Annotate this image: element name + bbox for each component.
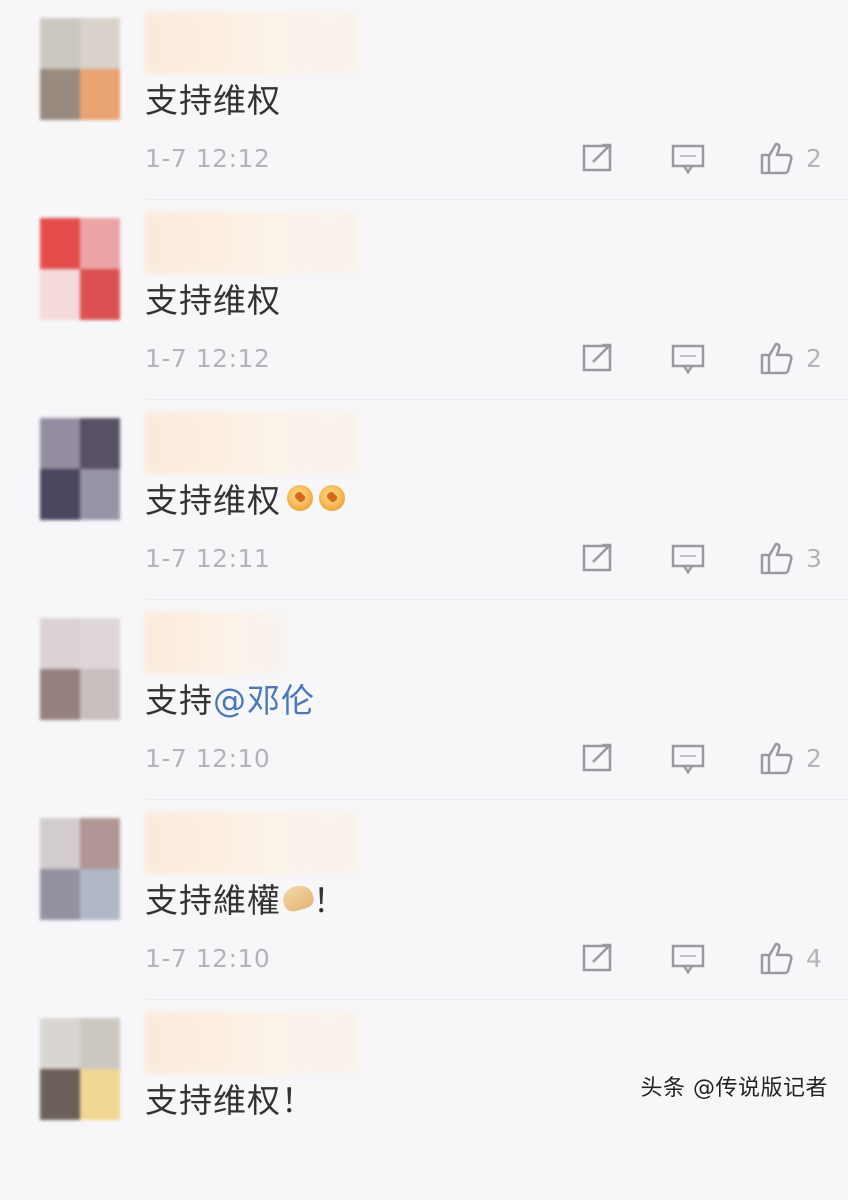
comment-text: 支持維權 ！	[145, 881, 347, 920]
username-blurred[interactable]	[145, 212, 360, 274]
share-button[interactable]	[578, 538, 618, 578]
share-button[interactable]	[578, 738, 618, 778]
comment-text: 支持维权	[145, 474, 345, 522]
username-blurred[interactable]	[145, 812, 360, 874]
comment-item: 支持 @邓伦 1-7 12:10 2	[0, 600, 848, 800]
username-blurred[interactable]	[145, 412, 360, 474]
like-count: 3	[806, 543, 822, 573]
like-button[interactable]: 3	[758, 538, 838, 578]
comment-text: 支持维权	[145, 81, 281, 120]
comment-text: 支持维权！	[145, 1081, 315, 1120]
comment-time: 1-7 12:12	[145, 344, 271, 373]
like-button[interactable]: 2	[758, 738, 838, 778]
like-count: 2	[806, 343, 822, 373]
comment-icon	[671, 544, 705, 575]
thumbs-up-icon	[760, 342, 793, 375]
avatar[interactable]	[40, 1018, 120, 1120]
comment-time: 1-7 12:10	[145, 944, 271, 973]
avatar[interactable]	[40, 618, 120, 720]
share-icon	[582, 943, 612, 972]
username-blurred[interactable]	[145, 12, 360, 74]
username-blurred[interactable]	[145, 612, 285, 674]
like-count: 2	[806, 143, 822, 173]
reply-button[interactable]	[668, 138, 708, 178]
share-icon	[582, 743, 612, 772]
comment-item: 支持维权 1-7 12:11 3	[0, 400, 848, 600]
comment-icon	[671, 144, 705, 175]
emoji-icon	[287, 485, 313, 511]
praying-hands-icon	[280, 882, 316, 914]
like-button[interactable]: 2	[758, 138, 838, 178]
thumbs-up-icon	[760, 142, 793, 175]
like-count: 4	[806, 943, 822, 973]
thumbs-up-icon	[760, 542, 793, 575]
reply-button[interactable]	[668, 338, 708, 378]
share-icon	[582, 543, 612, 572]
comment-text: 支持 @邓伦	[145, 674, 315, 722]
reply-button[interactable]	[668, 738, 708, 778]
comment-item: 支持维权 1-7 12:12 2	[0, 200, 848, 400]
share-button[interactable]	[578, 138, 618, 178]
like-count: 2	[806, 743, 822, 773]
comment-text: 支持维权	[145, 281, 281, 320]
avatar[interactable]	[40, 418, 120, 520]
comment-time: 1-7 12:11	[145, 544, 271, 573]
avatar[interactable]	[40, 818, 120, 920]
avatar[interactable]	[40, 218, 120, 320]
avatar[interactable]	[40, 18, 120, 120]
share-button[interactable]	[578, 338, 618, 378]
reply-button[interactable]	[668, 538, 708, 578]
watermark: 头条 @传说版记者	[640, 1076, 828, 1101]
comment-item: 支持維權 ！ 1-7 12:10 4	[0, 800, 848, 1000]
comment-icon	[671, 744, 705, 775]
comment-time: 1-7 12:12	[145, 144, 271, 173]
comment-time: 1-7 12:10	[145, 744, 271, 773]
comment-icon	[671, 344, 705, 375]
like-button[interactable]: 4	[758, 938, 838, 978]
thumbs-up-icon	[760, 942, 793, 975]
like-button[interactable]: 2	[758, 338, 838, 378]
emoji-icon	[319, 485, 345, 511]
share-icon	[582, 343, 612, 372]
thumbs-up-icon	[760, 742, 793, 775]
share-button[interactable]	[578, 938, 618, 978]
comment-icon	[671, 944, 705, 975]
reply-button[interactable]	[668, 938, 708, 978]
share-icon	[582, 143, 612, 172]
mention-link[interactable]: @邓伦	[213, 674, 315, 722]
username-blurred[interactable]	[145, 1012, 360, 1074]
comment-item: 支持维权 1-7 12:12 2	[0, 0, 848, 200]
